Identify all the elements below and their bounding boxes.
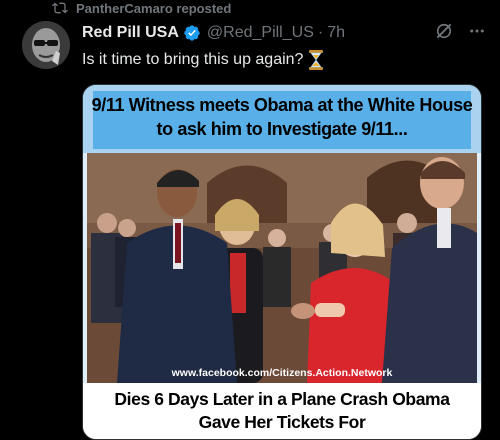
- repost-label: PantherCamaro reposted: [76, 0, 232, 16]
- author-handle[interactable]: @Red_Pill_US: [207, 24, 314, 42]
- image-watermark: www.facebook.com/Citizens.Action.Network: [171, 367, 393, 379]
- tweet-image[interactable]: 9/11 Witness meets Obama at the White Ho…: [82, 84, 482, 440]
- image-top-banner: 9/11 Witness meets Obama at the White Ho…: [83, 85, 481, 153]
- image-caption-line-2: Gave Her Tickets For: [198, 412, 366, 432]
- repost-indicator[interactable]: PantherCamaro reposted: [52, 0, 231, 16]
- image-headline-line-1: 9/11 Witness meets Obama at the White Ho…: [91, 95, 473, 115]
- hourglass-emoji-icon: [307, 50, 325, 70]
- image-caption-line-1: Dies 6 Days Later in a Plane Crash Obama: [114, 389, 450, 409]
- verified-badge-icon: [183, 24, 201, 42]
- timestamp[interactable]: 7h: [327, 24, 345, 42]
- more-options-icon[interactable]: [468, 22, 486, 45]
- avatar[interactable]: [22, 21, 70, 69]
- author-name[interactable]: Red Pill USA: [82, 24, 179, 42]
- tweet-header: Red Pill USA @Red_Pill_US · 7h: [82, 21, 486, 45]
- separator-dot: ·: [317, 24, 324, 41]
- tweet-text: Is it time to bring this up again?: [82, 50, 325, 70]
- image-bottom-banner: Dies 6 Days Later in a Plane Crash Obama…: [83, 383, 481, 439]
- image-photo: www.facebook.com/Citizens.Action.Network: [87, 153, 477, 383]
- image-headline-line-2: to ask him to Investigate 9/11...: [156, 119, 408, 139]
- tweet-body: Is it time to bring this up again?: [82, 51, 304, 68]
- repost-icon: [52, 2, 68, 14]
- grok-icon[interactable]: [434, 21, 454, 46]
